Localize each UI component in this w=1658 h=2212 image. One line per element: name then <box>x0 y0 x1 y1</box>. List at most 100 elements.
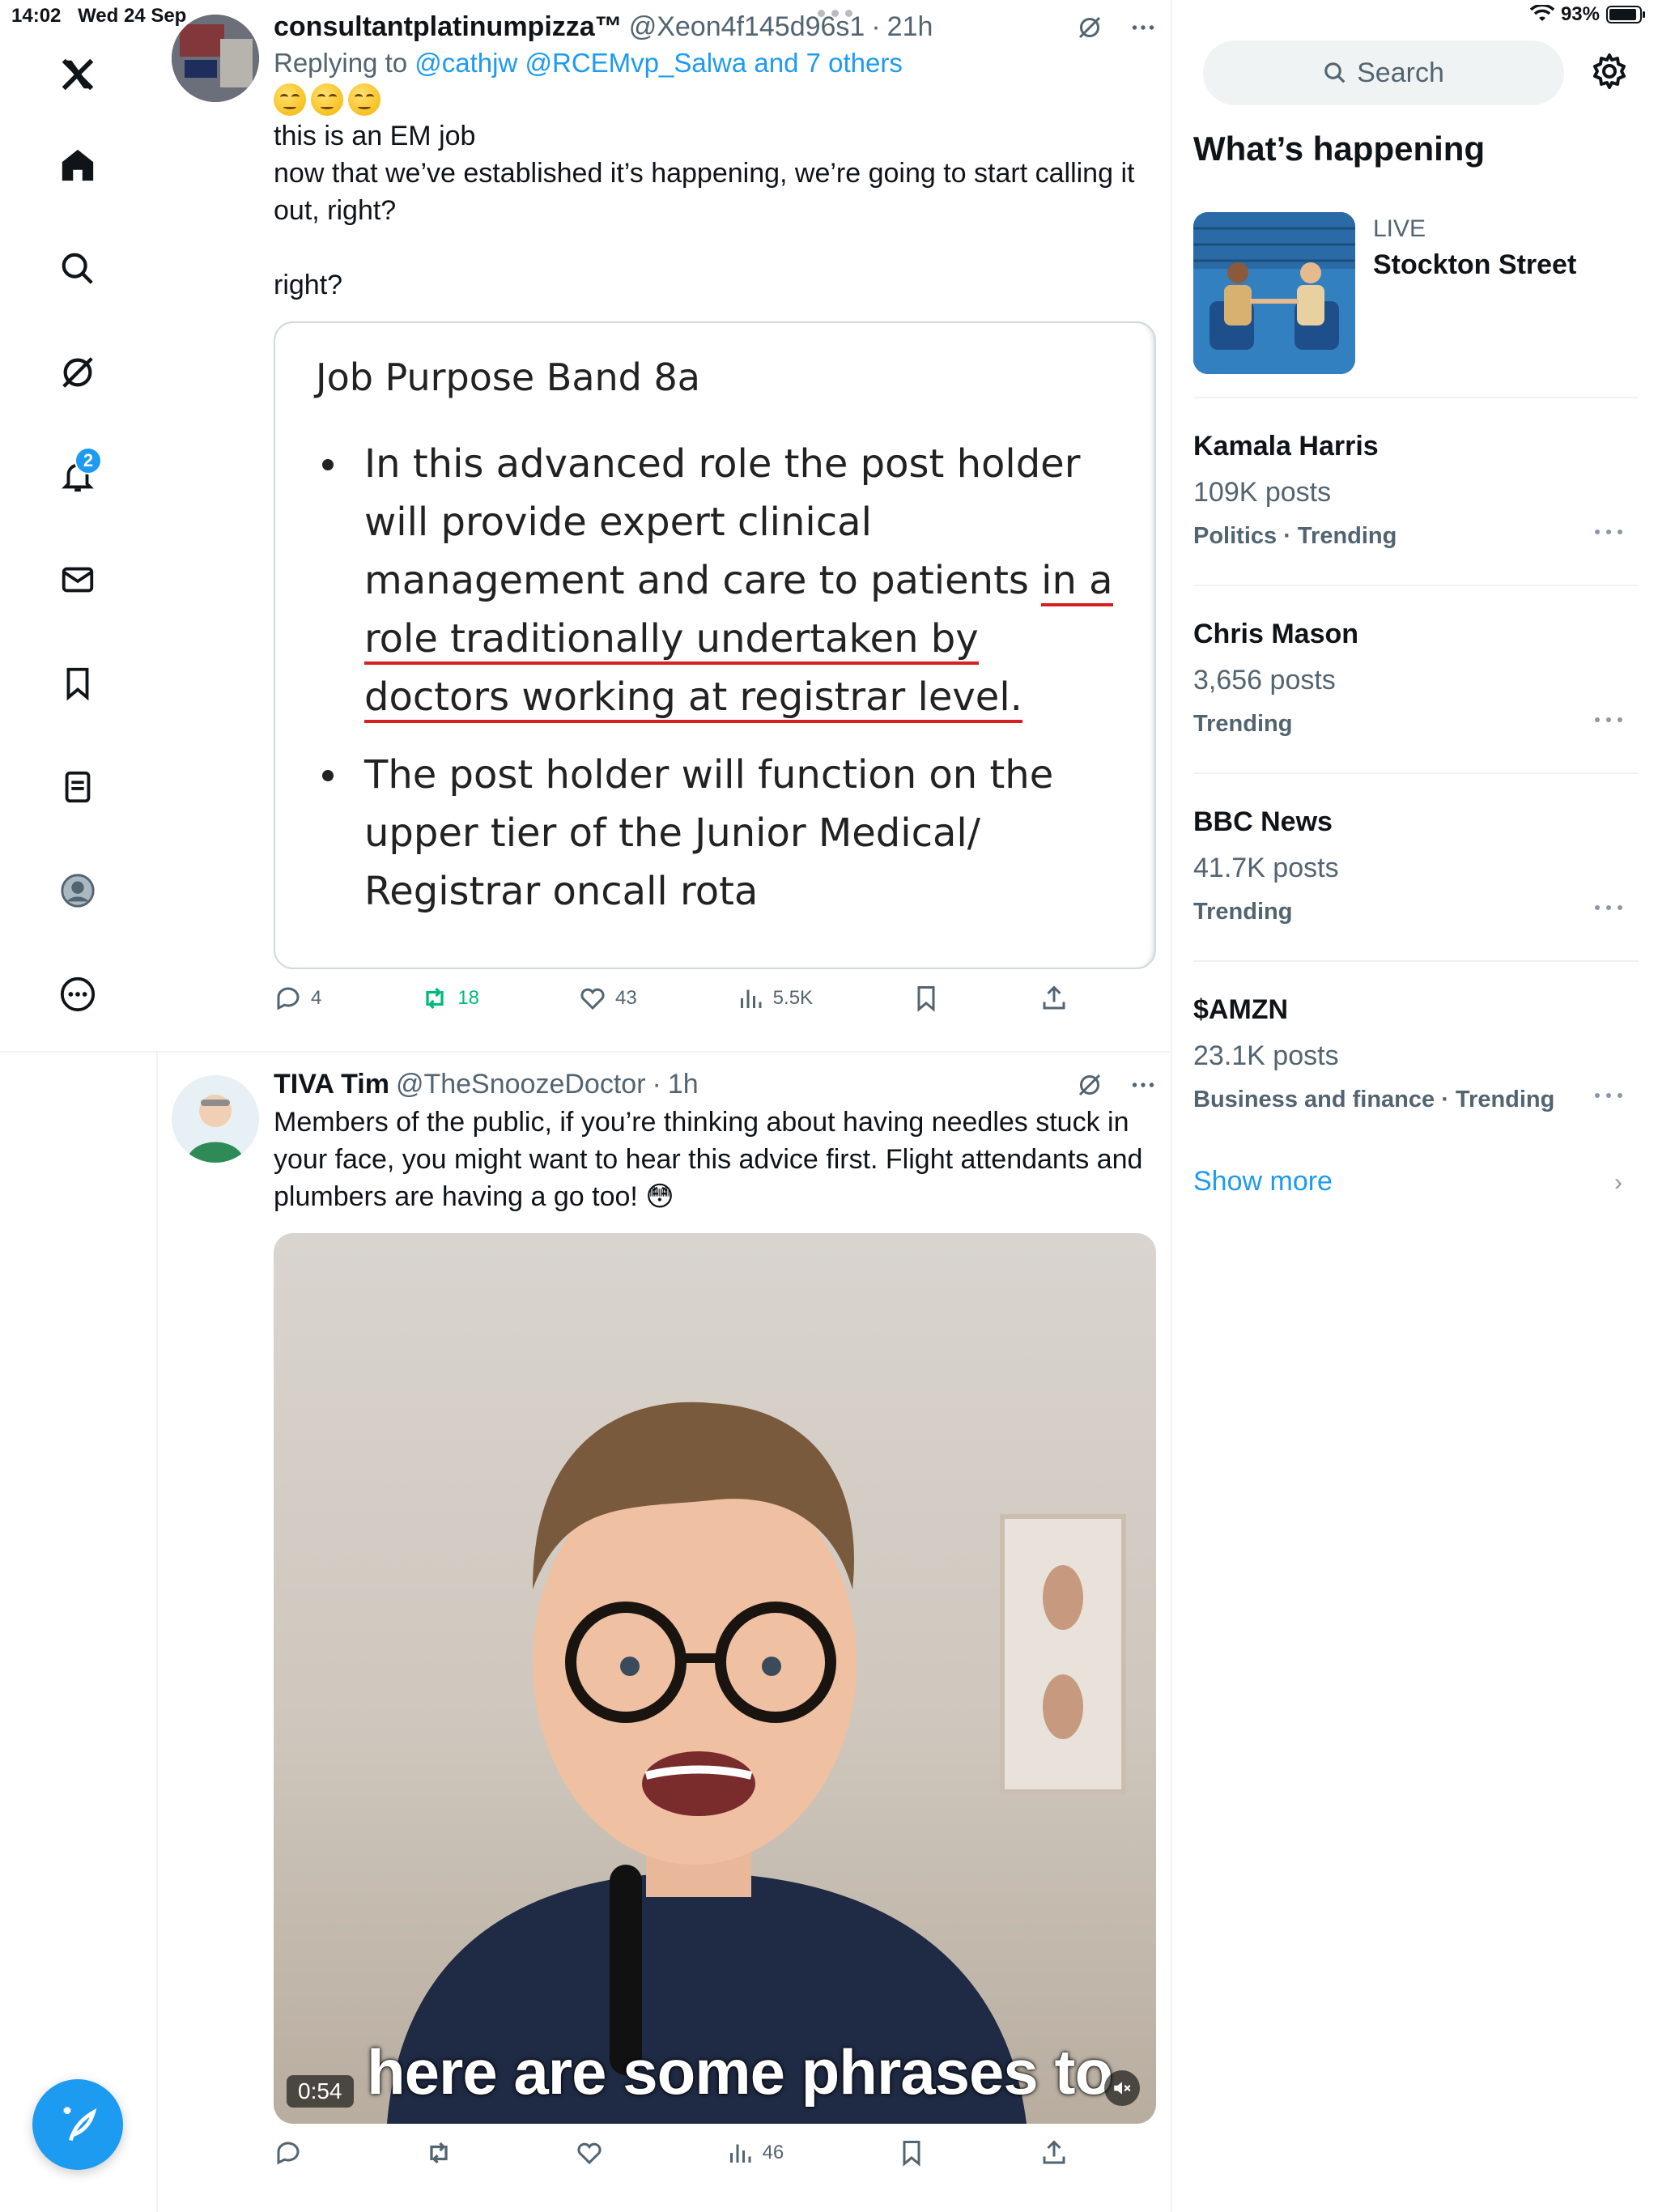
trend-category: Trending <box>1193 899 1293 925</box>
author-name[interactable]: consultantplatinumpizza™ <box>274 11 623 43</box>
author-avatar[interactable] <box>172 15 259 102</box>
trend-name: Kamala Harris <box>1193 431 1379 462</box>
profile-avatar-icon[interactable] <box>50 863 105 918</box>
views-button[interactable]: 5.5K <box>736 984 813 1013</box>
trend-more-icon[interactable] <box>1595 905 1622 913</box>
image-doc-bullet: In this advanced role the post holder wi… <box>316 435 1114 726</box>
trend-post-count: 41.7K posts <box>1193 853 1339 883</box>
bookmarks-icon[interactable] <box>50 656 105 711</box>
replying-to-links[interactable]: @cathjw @RCEMvp_Salwa and 7 others <box>414 48 903 78</box>
like-count: 43 <box>615 987 637 1009</box>
trend-name: Chris Mason <box>1193 619 1359 649</box>
repost-count: 18 <box>457 987 480 1009</box>
post-text: Members of the public, if you’re thinkin… <box>274 1107 1150 1212</box>
left-nav: 2 <box>0 0 157 1053</box>
share-icon <box>1043 2140 1065 2164</box>
settings-gear-icon[interactable] <box>1590 52 1629 91</box>
author-handle[interactable]: @Xeon4f145d96s1 <box>629 11 865 43</box>
wifi-icon <box>1529 5 1554 21</box>
trend-more-icon[interactable] <box>1595 1093 1622 1101</box>
repost-button[interactable] <box>424 2138 461 2167</box>
author-name[interactable]: TIVA Tim <box>274 1069 389 1100</box>
bookmark-icon <box>903 2141 920 2167</box>
notifications-bell-icon[interactable]: 2 <box>50 447 105 504</box>
trend-name: $AMZN <box>1193 994 1289 1025</box>
repost-button[interactable]: 18 <box>420 984 479 1013</box>
replying-prefix: Replying to <box>274 48 408 78</box>
post-card[interactable]: consultantplatinumpizza™ @Xeon4f145d96s1… <box>159 0 1171 1053</box>
post-card[interactable]: TIVA Tim @TheSnoozeDoctor · 1h Members o… <box>159 1053 1171 2212</box>
post-header-actions <box>1075 13 1158 42</box>
live-event-thumbnail <box>1193 212 1355 374</box>
trend-item[interactable]: Kamala Harris 109K posts Politics · Tren… <box>1193 397 1639 585</box>
left-divider <box>156 1053 158 2212</box>
bookmark-button[interactable] <box>912 984 941 1013</box>
reply-count: 4 <box>311 987 322 1009</box>
home-icon[interactable] <box>50 138 105 193</box>
trend-item[interactable]: Chris Mason 3,656 posts Trending <box>1193 585 1639 772</box>
live-title: Stockton Street <box>1373 249 1577 280</box>
bookmark-button[interactable] <box>897 2138 926 2167</box>
reply-button[interactable]: 4 <box>274 984 321 1013</box>
post-actions: 46 <box>274 2138 1158 2167</box>
like-button[interactable] <box>575 2138 612 2167</box>
search-icon <box>1324 62 1346 83</box>
grok-icon[interactable] <box>1075 13 1104 42</box>
reply-bubble-icon <box>277 987 300 1010</box>
views-button[interactable]: 46 <box>725 2138 784 2167</box>
search-placeholder: Search <box>1357 57 1444 88</box>
image-doc-bullets: In this advanced role the post holder wi… <box>316 435 1114 921</box>
more-circle-icon[interactable] <box>50 967 105 1022</box>
whats-happening-title: What’s happening <box>1193 130 1486 168</box>
post-content: TIVA Tim @TheSnoozeDoctor · 1h Members o… <box>274 1069 1158 2167</box>
grok-icon[interactable] <box>1075 1070 1104 1100</box>
like-button[interactable]: 43 <box>578 984 637 1013</box>
header-separator: · <box>871 11 881 42</box>
explore-search-icon[interactable] <box>50 241 105 296</box>
notifications-badge: 2 <box>74 447 102 474</box>
post-content: consultantplatinumpizza™ @Xeon4f145d96s1… <box>274 11 1158 1013</box>
grok-icon[interactable] <box>50 345 105 400</box>
post-time[interactable]: 21h <box>887 11 933 43</box>
post-header: consultantplatinumpizza™ @Xeon4f145d96s1… <box>274 11 1158 43</box>
trend-category: Business and finance · Trending <box>1193 1087 1555 1112</box>
view-count: 5.5K <box>772 987 814 1009</box>
post-actions: 4 18 43 5.5K <box>274 984 1158 1013</box>
image-doc-bullet1-start: In this advanced role the post holder wi… <box>364 441 1081 603</box>
share-button[interactable] <box>1039 984 1069 1013</box>
author-avatar[interactable] <box>172 1075 259 1163</box>
more-options-icon[interactable] <box>1129 13 1158 42</box>
trend-more-icon[interactable] <box>1595 717 1622 725</box>
compose-post-button[interactable] <box>32 2079 123 2170</box>
live-event-card[interactable]: LIVE Stockton Street <box>1193 212 1647 398</box>
trend-item[interactable]: BBC News 41.7K posts Trending <box>1193 772 1639 960</box>
video-duration: 0:54 <box>287 2075 354 2108</box>
image-doc-bullet: The post holder will function on the upp… <box>316 746 1114 921</box>
chevron-right-icon[interactable]: › <box>1614 1169 1622 1197</box>
battery-percent: 93% <box>1560 3 1600 25</box>
emoji-row <box>274 83 1158 116</box>
show-more-link[interactable]: Show more <box>1193 1166 1333 1197</box>
trend-item[interactable]: $AMZN 23.1K posts Business and finance ·… <box>1193 960 1639 1148</box>
mute-speaker-icon[interactable] <box>1104 2070 1140 2106</box>
relieved-face-emoji-icon <box>311 83 343 116</box>
repost-icon <box>430 2142 448 2164</box>
trend-post-count: 109K posts <box>1193 477 1332 508</box>
x-logo-icon[interactable] <box>50 47 105 102</box>
reply-button[interactable] <box>274 2138 311 2167</box>
repost-icon <box>426 987 444 1010</box>
post-time[interactable]: 1h <box>668 1069 699 1100</box>
lists-icon[interactable] <box>50 759 105 815</box>
post-video[interactable]: 0:54 here are some phrases to <box>274 1233 1156 2124</box>
heart-icon <box>580 988 605 1010</box>
search-input[interactable]: Search <box>1203 40 1564 105</box>
relieved-face-emoji-icon <box>274 83 306 116</box>
post-image[interactable]: Job Purpose Band 8a In this advanced rol… <box>274 321 1156 969</box>
post-header-actions <box>1075 1070 1158 1100</box>
bookmark-icon <box>917 986 935 1012</box>
more-options-icon[interactable] <box>1129 1070 1158 1100</box>
trend-more-icon[interactable] <box>1595 530 1622 538</box>
share-button[interactable] <box>1039 2138 1069 2167</box>
author-handle[interactable]: @TheSnoozeDoctor <box>396 1069 646 1100</box>
messages-envelope-icon[interactable] <box>50 552 105 607</box>
